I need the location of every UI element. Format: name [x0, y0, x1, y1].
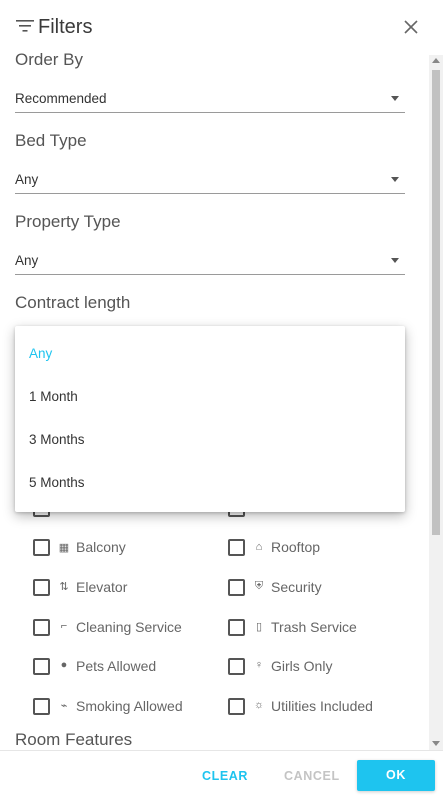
option-any[interactable]: Any — [29, 346, 52, 361]
trash-service-checkbox[interactable] — [228, 619, 245, 636]
rooftop-icon: ⌂ — [255, 541, 263, 553]
pets-allowed-checkbox[interactable] — [33, 658, 50, 675]
cancel-button[interactable]: CANCEL — [284, 769, 340, 783]
trash-service-label: Trash Service — [271, 619, 357, 635]
balcony-icon: ▦ — [58, 542, 70, 554]
lightbulb-icon: ☼ — [253, 699, 265, 711]
pets-allowed-label: Pets Allowed — [76, 658, 157, 674]
caret-down-icon — [391, 177, 399, 182]
order-by-label: Order By — [15, 50, 84, 69]
paw-icon: ● — [60, 659, 68, 671]
property-type-value: Any — [15, 253, 39, 268]
cleaning-service-checkbox[interactable] — [33, 619, 50, 636]
elevator-label: Elevator — [76, 579, 128, 595]
contract-length-dropdown: Any 1 Month 3 Months 5 Months — [15, 326, 405, 512]
option-5-months[interactable]: 5 Months — [29, 475, 85, 490]
elevator-checkbox[interactable] — [33, 579, 50, 596]
caret-down-icon — [391, 96, 399, 101]
smoking-icon: ⌁ — [60, 700, 68, 712]
property-type-label: Property Type — [15, 212, 121, 231]
ok-button[interactable]: OK — [357, 760, 435, 791]
bed-type-select[interactable]: Any — [15, 167, 405, 194]
room-features-label: Room Features — [15, 730, 133, 749]
order-by-select[interactable]: Recommended — [15, 86, 405, 113]
dialog-title: Filters — [38, 16, 93, 38]
smoking-allowed-checkbox[interactable] — [33, 698, 50, 715]
trash-icon: ▯ — [255, 621, 263, 633]
girls-only-label: Girls Only — [271, 658, 333, 674]
broom-icon: ⌐ — [60, 620, 68, 632]
security-checkbox[interactable] — [228, 579, 245, 596]
close-icon[interactable] — [402, 18, 420, 36]
property-type-select[interactable]: Any — [15, 248, 405, 275]
option-1-month[interactable]: 1 Month — [29, 389, 78, 404]
dialog-footer: CLEAR CANCEL OK — [0, 750, 443, 801]
utilities-included-checkbox[interactable] — [228, 698, 245, 715]
balcony-checkbox[interactable] — [33, 539, 50, 556]
balcony-label: Balcony — [76, 539, 126, 555]
scrollbar[interactable] — [429, 55, 443, 750]
order-by-value: Recommended — [15, 91, 107, 106]
scroll-up-icon[interactable] — [432, 58, 440, 63]
bed-type-label: Bed Type — [15, 131, 87, 150]
cleaning-service-label: Cleaning Service — [76, 619, 182, 635]
shield-icon: ⛨ — [254, 580, 264, 592]
filter-icon — [16, 20, 34, 32]
dialog-header: Filters — [0, 0, 443, 50]
female-icon: ♀ — [254, 659, 264, 671]
security-label: Security — [271, 579, 322, 595]
elevator-icon: ⇅ — [59, 581, 69, 593]
rooftop-label: Rooftop — [271, 539, 321, 555]
scrollbar-thumb[interactable] — [432, 70, 440, 535]
clear-button[interactable]: CLEAR — [202, 769, 248, 783]
rooftop-checkbox[interactable] — [228, 539, 245, 556]
utilities-included-label: Utilities Included — [271, 698, 373, 714]
scroll-down-icon[interactable] — [432, 741, 440, 746]
contract-length-label: Contract length — [15, 293, 131, 312]
bed-type-value: Any — [15, 172, 39, 187]
caret-down-icon — [391, 258, 399, 263]
girls-only-checkbox[interactable] — [228, 658, 245, 675]
option-3-months[interactable]: 3 Months — [29, 432, 85, 447]
smoking-allowed-label: Smoking Allowed — [76, 698, 183, 714]
